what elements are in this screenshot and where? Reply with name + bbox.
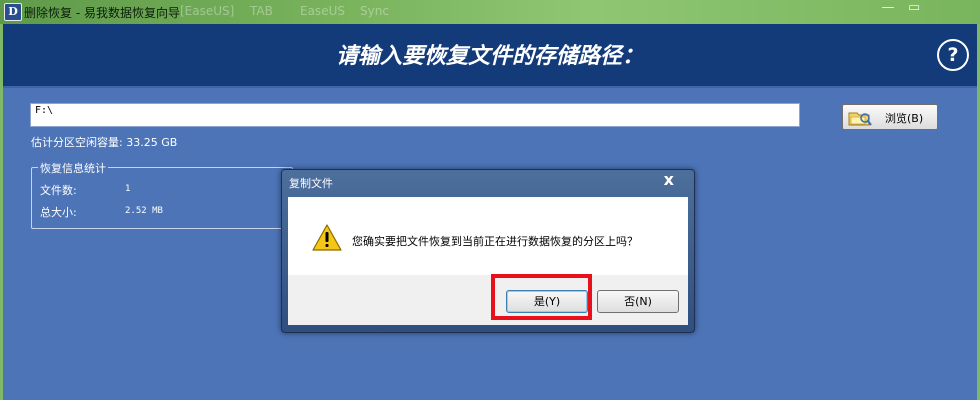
header-banner: 请输入要恢复文件的存储路径： ? — [3, 24, 977, 88]
background-tab: [EaseUS] — [180, 4, 235, 18]
warning-icon — [312, 224, 342, 251]
close-icon[interactable]: x — [664, 170, 674, 189]
app-logo-icon: D — [4, 3, 22, 21]
maximize-button[interactable]: ▭ — [902, 0, 926, 18]
title-bar: D 删除恢复 - 易我数据恢复向导 [EaseUS] TAB EaseUS Sy… — [0, 0, 980, 24]
background-tab: Sync — [360, 4, 389, 18]
folder-browse-icon — [848, 112, 872, 126]
background-tab: EaseUS — [300, 4, 345, 18]
recovery-stats-group: 恢复信息统计 文件数: 1 总大小: 2.52 MB — [31, 160, 293, 229]
dialog-body: 您确实要把文件恢复到当前正在进行数据恢复的分区上吗？ — [288, 197, 688, 275]
dialog-footer: 是(Y) 否(N) — [288, 274, 688, 325]
total-size-value: 2.52 MB — [125, 206, 163, 216]
free-space-text: 估计分区空闲容量: 33.25 GB — [31, 136, 178, 149]
group-legend: 恢复信息统计 — [38, 160, 108, 176]
dialog-message: 您确实要把文件恢复到当前正在进行数据恢复的分区上吗？ — [352, 235, 638, 248]
path-input[interactable]: F:\ — [30, 103, 800, 127]
dialog-title: 复制文件 — [289, 177, 333, 190]
window-title: 删除恢复 - 易我数据恢复向导 — [24, 6, 180, 20]
no-button[interactable]: 否(N) — [597, 290, 679, 313]
page-title: 请输入要恢复文件的存储路径： — [335, 43, 644, 69]
help-icon[interactable]: ? — [937, 39, 969, 71]
browse-button-label: 浏览(B) — [885, 112, 924, 125]
yes-button[interactable]: 是(Y) — [506, 290, 588, 313]
confirm-dialog: 复制文件 x 您确实要把文件恢复到当前正在进行数据恢复的分区上吗？ 是(Y) 否… — [281, 169, 695, 333]
minimize-button[interactable]: — — [876, 0, 900, 18]
file-count-label: 文件数: — [40, 184, 77, 197]
total-size-label: 总大小: — [40, 206, 77, 219]
browse-button[interactable]: 浏览(B) — [842, 104, 938, 130]
background-tab: TAB — [250, 4, 273, 18]
file-count-value: 1 — [125, 184, 131, 194]
